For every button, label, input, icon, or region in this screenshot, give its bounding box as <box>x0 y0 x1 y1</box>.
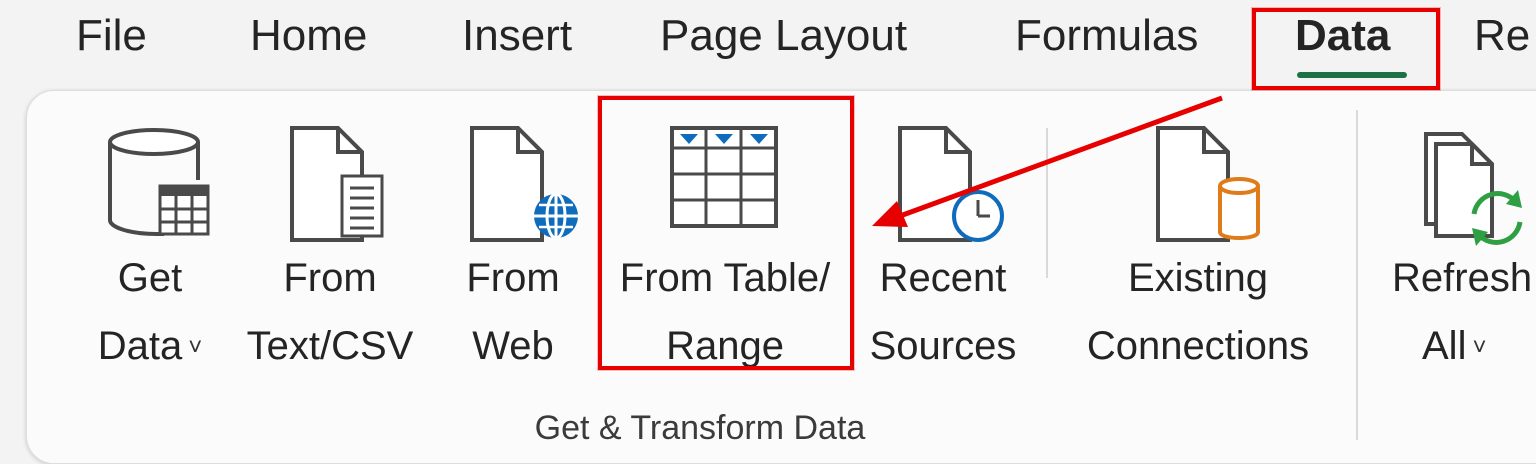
chevron-down-icon: ˅ <box>188 334 203 362</box>
group-divider-small <box>1046 128 1048 278</box>
tab-formulas[interactable]: Formulas <box>1015 6 1198 66</box>
get-data-label-line2: Data <box>97 324 183 368</box>
refresh-all-label-line1: Refresh <box>1392 256 1533 300</box>
tab-review-partial[interactable]: Re <box>1474 6 1530 66</box>
table-icon <box>668 124 780 237</box>
refresh-all-label-line2-wrap: All ˅ <box>1422 316 1486 378</box>
recent-sources-button[interactable]: Recent Sources <box>858 110 1028 390</box>
tab-file[interactable]: File <box>76 6 147 66</box>
group-divider <box>1356 110 1358 440</box>
database-table-icon <box>104 124 214 249</box>
tab-data[interactable]: Data <box>1295 6 1390 66</box>
from-web-label-line2: Web <box>472 324 554 368</box>
refresh-icon <box>1422 124 1536 253</box>
from-table-range-label-line2: Range <box>666 324 784 368</box>
from-web-button[interactable]: From Web <box>448 110 578 390</box>
refresh-all-button[interactable]: Refresh All ˅ <box>1392 110 1536 390</box>
text-document-icon <box>288 124 388 249</box>
refresh-all-label-line2: All <box>1422 324 1467 368</box>
from-table-range-button[interactable]: From Table/ Range <box>602 110 848 390</box>
tab-insert[interactable]: Insert <box>462 6 572 66</box>
chevron-down-icon: ˅ <box>1472 334 1487 362</box>
existing-connections-label-line2: Connections <box>1086 324 1310 368</box>
tab-home[interactable]: Home <box>250 6 367 66</box>
group-label-get-transform: Get & Transform Data <box>534 409 866 447</box>
recent-sources-label-line1: Recent <box>879 256 1007 300</box>
ribbon-tab-bar: File Home Insert Page Layout Formulas Da… <box>0 0 1536 86</box>
from-text-csv-button[interactable]: From Text/CSV <box>240 110 420 390</box>
get-data-label-line2-wrap: Data ˅ <box>80 316 220 378</box>
existing-connections-button[interactable]: Existing Connections <box>1068 110 1328 390</box>
tab-page-layout[interactable]: Page Layout <box>660 6 907 66</box>
existing-connections-label-line1: Existing <box>1127 256 1269 300</box>
connection-document-icon <box>1154 124 1266 253</box>
from-table-range-label-line1: From Table/ <box>619 256 831 300</box>
get-data-button[interactable]: Get Data ˅ <box>80 110 220 390</box>
from-text-csv-label-line2: Text/CSV <box>246 324 414 368</box>
recent-sources-label-line2: Sources <box>869 324 1017 368</box>
recent-document-icon <box>896 124 1008 253</box>
get-data-label-line1: Get <box>117 256 183 300</box>
from-text-csv-label-line1: From <box>283 256 377 300</box>
web-document-icon <box>468 124 580 253</box>
active-tab-indicator <box>1297 72 1407 78</box>
from-web-label-line1: From <box>466 256 560 300</box>
